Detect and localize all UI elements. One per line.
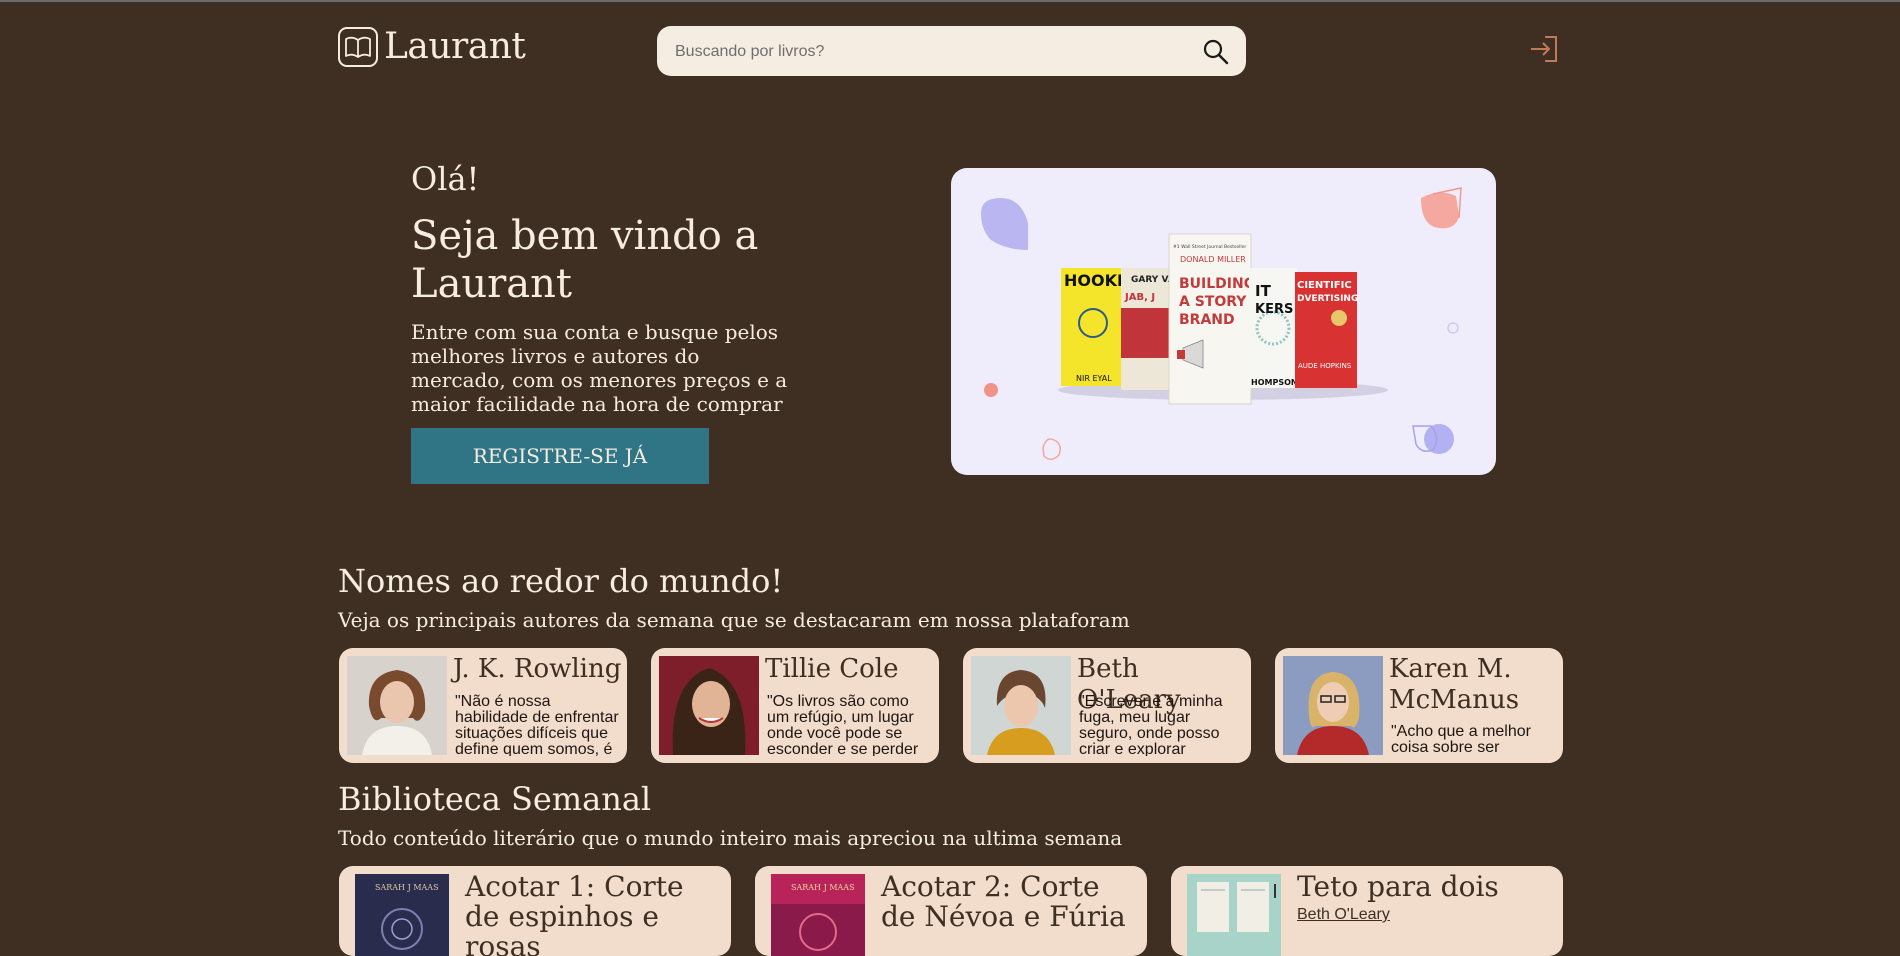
hero-book-2-title: JAB, J xyxy=(1124,292,1155,303)
hero-book-5-title: CIENTIFIC xyxy=(1297,280,1352,291)
hero-book-4-author: HOMPSON xyxy=(1251,378,1298,387)
author-photo xyxy=(1283,656,1383,755)
author-quote: "Os livros são como um refúgio, um lugar… xyxy=(767,694,919,756)
author-name: Tillie Cole xyxy=(765,654,899,684)
book-cover-author: SARAH J MAAS xyxy=(791,883,855,892)
author-card[interactable]: Beth O'Leary "Escrever é a minha fuga, m… xyxy=(963,648,1251,763)
author-name: Karen M. McManus xyxy=(1389,654,1520,715)
window-top-border xyxy=(0,0,1900,2)
library-section-title: Biblioteca Semanal xyxy=(338,780,652,818)
book-title: Acotar 2: Corte de Névoa e Fúria xyxy=(881,870,1126,933)
author-card[interactable]: Karen M. McManus "Acho que a melhor cois… xyxy=(1275,648,1563,763)
hero-book-5-author: AUDE HOPKINS xyxy=(1298,362,1352,370)
book-author-link[interactable]: Beth O'Leary xyxy=(1297,906,1390,924)
register-button[interactable]: REGISTRE-SE JÁ xyxy=(411,428,709,484)
book-cover: SARAH J MAAS xyxy=(771,874,865,956)
author-quote: "Não é nossa habilidade de enfrentar sit… xyxy=(455,694,619,756)
author-photo xyxy=(347,656,447,755)
book-card[interactable]: SARAH J MAAS Acotar 2: Corte de Névoa e … xyxy=(755,866,1147,956)
hero-books-illustration: HOOKE NIR EYAL GARY VA JAB, J #1 Wall St… xyxy=(951,168,1496,475)
book-card[interactable]: Teto para dois Beth O'Leary xyxy=(1171,866,1563,956)
book-card[interactable]: SARAH J MAAS Acotar 1: Corte de espinhos… xyxy=(339,866,731,956)
hero-book-1-author: NIR EYAL xyxy=(1076,374,1112,383)
login-icon[interactable] xyxy=(1528,33,1560,65)
hero-book-3-top: #1 Wall Street Journal Bestseller xyxy=(1173,244,1246,250)
hero-book-1-title: HOOKE xyxy=(1064,271,1128,290)
hero-title: Seja bem vindo a Laurant xyxy=(411,213,759,307)
library-section-subtitle: Todo conteúdo literário que o mundo inte… xyxy=(338,826,1123,850)
hero-book-5-sub: DVERTISING xyxy=(1297,294,1358,304)
search-input[interactable] xyxy=(673,26,1177,78)
book-cover: SARAH J MAAS xyxy=(355,874,449,956)
brand-logo[interactable]: Laurant xyxy=(338,26,526,67)
hero-book-2-author: GARY VA xyxy=(1131,275,1175,285)
authors-section-title: Nomes ao redor do mundo! xyxy=(338,562,784,600)
author-photo xyxy=(659,656,759,755)
hero-book-3-author: DONALD MILLER xyxy=(1180,255,1246,264)
hero-book-3-title2: A STORY xyxy=(1179,294,1247,310)
author-photo xyxy=(971,656,1071,755)
book-title: Acotar 1: Corte de espinhos e rosas xyxy=(465,870,684,956)
hero-book-3-title1: BUILDING xyxy=(1179,276,1255,292)
hero-book-4-sub: KERS xyxy=(1255,302,1293,317)
book-title: Teto para dois xyxy=(1297,870,1499,903)
author-quote: "Acho que a melhor coisa sobre ser xyxy=(1391,724,1531,756)
book-cover xyxy=(1187,874,1281,956)
hero-greeting: Olá! xyxy=(411,160,480,198)
author-card[interactable]: Tillie Cole "Os livros são como um refúg… xyxy=(651,648,939,763)
hero-book-3-title3: BRAND xyxy=(1179,312,1235,328)
hero-book-4-title: IT xyxy=(1255,282,1272,300)
author-name: J. K. Rowling xyxy=(453,654,622,684)
search-bar xyxy=(657,26,1246,78)
brand-name: Laurant xyxy=(384,26,526,67)
open-book-icon xyxy=(338,26,378,67)
hero-description: Entre com sua conta e busque pelos melho… xyxy=(411,320,788,416)
book-cover-author: SARAH J MAAS xyxy=(375,883,439,892)
author-card[interactable]: J. K. Rowling "Não é nossa habilidade de… xyxy=(339,648,627,763)
authors-section-subtitle: Veja os principais autores da semana que… xyxy=(338,608,1130,632)
author-quote: "Escrever é a minha fuga, meu lugar segu… xyxy=(1079,694,1223,756)
search-icon[interactable] xyxy=(1202,38,1230,66)
